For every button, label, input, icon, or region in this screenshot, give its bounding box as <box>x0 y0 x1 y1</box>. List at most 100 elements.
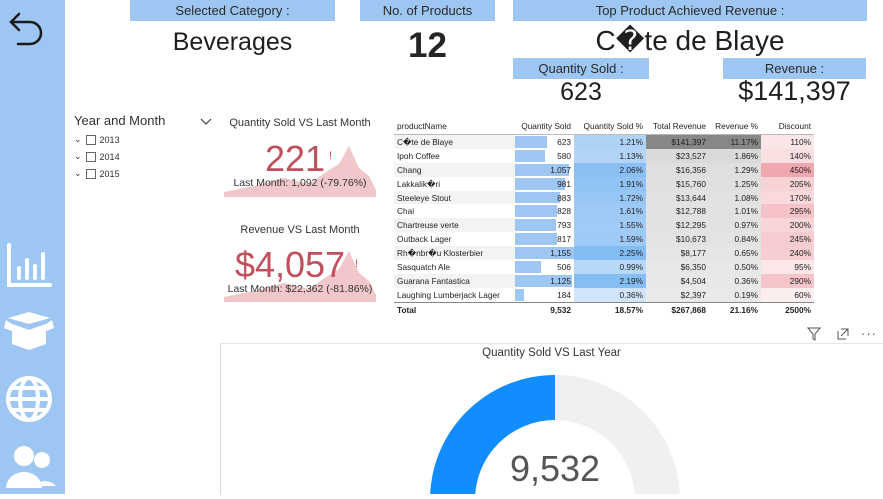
cell-revenue-pct-text: 1.86% <box>734 150 758 161</box>
cell-discount-text: 290% <box>789 275 811 286</box>
cell-revenue-pct: 1.08% <box>709 190 761 205</box>
qty-sold-value: 623 <box>560 78 602 106</box>
cell-qty-pct: 2.25% <box>574 246 646 261</box>
expand-chevron-icon[interactable]: ⌄ <box>74 151 82 162</box>
col-header[interactable]: productName <box>394 118 515 135</box>
cell-qty-pct: 0.99% <box>574 260 646 274</box>
slicer-item-2013[interactable]: ⌄ 2013 <box>74 134 120 145</box>
cell-discount: 60% <box>761 287 814 303</box>
filter-icon[interactable] <box>806 327 822 346</box>
cell-qty: 1,155 <box>515 246 574 260</box>
more-options-icon[interactable]: ··· <box>861 326 877 341</box>
cell-revenue: $16,356 <box>646 162 709 177</box>
slicer-item-2014[interactable]: ⌄ 2014 <box>74 151 120 162</box>
cell-discount: 450% <box>761 162 814 177</box>
cell-product-name: Guarana Fantastica <box>394 273 515 288</box>
qty-data-bar <box>515 205 558 218</box>
kpi-rev-title: Revenue VS Last Month <box>240 224 360 236</box>
cell-qty-pct-text: 0.99% <box>619 261 643 272</box>
slicer-title: Year and Month <box>74 113 166 128</box>
users-icon[interactable] <box>4 442 56 492</box>
cell-revenue-text: $141,397 <box>671 136 706 147</box>
slicer-year-label: 2013 <box>99 134 120 145</box>
open-box-icon[interactable] <box>4 308 54 358</box>
expand-chevron-icon[interactable]: ⌄ <box>74 168 82 179</box>
cell-product-name: Chang <box>394 162 515 177</box>
cell-discount: 170% <box>761 190 814 205</box>
cell-product-name: Outback Lager <box>394 232 515 246</box>
cell-qty-pct: 1.21% <box>574 134 646 149</box>
cell-discount-text: 245% <box>789 234 811 245</box>
undo-arrow-icon[interactable] <box>4 4 54 54</box>
table-row[interactable]: Lakkalik�ri 981 1.91% $15,760 1.25% 205% <box>394 176 814 191</box>
col-header[interactable]: Quantity Sold % <box>574 118 646 135</box>
cell-revenue-pct-text: 1.08% <box>734 192 758 203</box>
kpi-rev-value: $4,057 <box>234 244 346 285</box>
cell-revenue: $6,350 <box>646 260 709 274</box>
total-qty-pct: 18.57% <box>574 301 646 317</box>
table-row[interactable]: Chang 1,057 2.06% $16,356 1.29% 450% <box>394 162 814 177</box>
expand-chevron-icon[interactable]: ⌄ <box>74 134 82 145</box>
col-header[interactable]: Revenue % <box>709 118 761 135</box>
slicer-collapse-chevron-icon[interactable] <box>200 113 212 131</box>
cell-product-name-text: Ipoh Coffee <box>397 150 440 161</box>
selected-category-value: Beverages <box>172 28 293 56</box>
checkbox[interactable] <box>85 134 96 145</box>
cell-qty-text: 1,155 <box>550 248 571 259</box>
table-total-row: Total 9,532 18.57% $267,868 21.16% 2500% <box>394 301 814 317</box>
cell-revenue-pct: 1.86% <box>709 148 761 163</box>
cell-product-name-text: Outback Lager <box>397 234 452 245</box>
col-header[interactable]: Discount <box>761 118 814 135</box>
table-row[interactable]: C�te de Blaye 623 1.21% $141,397 11.17% 110% <box>394 134 814 149</box>
cell-qty-pct-text: 1.21% <box>619 136 643 147</box>
table-row[interactable]: Sasquatch Ale 506 0.99% $6,350 0.50% 95% <box>394 260 814 274</box>
cell-qty-pct: 0.36% <box>574 287 646 303</box>
cell-revenue-pct: 0.19% <box>709 287 761 303</box>
kpi-qty-indicator: ! <box>329 150 333 162</box>
cell-discount-text: 200% <box>789 220 811 231</box>
cell-discount: 245% <box>761 232 814 247</box>
cell-revenue: $13,644 <box>646 190 709 205</box>
cell-revenue-pct-text: 11.17% <box>730 136 758 147</box>
total-rev-pct: 21.16% <box>709 301 761 317</box>
cell-discount: 290% <box>761 273 814 288</box>
cell-revenue-pct: 1.01% <box>709 204 761 219</box>
table-row[interactable]: Ipoh Coffee 580 1.13% $23,527 1.86% 140% <box>394 148 814 163</box>
cell-product-name: Ipoh Coffee <box>394 149 515 163</box>
bar-chart-icon[interactable] <box>4 240 54 290</box>
cell-discount: 200% <box>761 218 814 233</box>
table-row[interactable]: Laughing Lumberjack Lager 184 0.36% $2,397 0… <box>394 287 814 303</box>
table-row[interactable]: Guarana Fantastica 1,125 2.19% $4,504 0.36% 2… <box>394 273 814 288</box>
cell-qty-text: 580 <box>557 150 571 161</box>
total-qty: 9,532 <box>515 301 574 317</box>
cell-discount-text: 240% <box>789 248 811 259</box>
cell-revenue-text: $16,356 <box>676 164 706 175</box>
globe-icon[interactable] <box>4 374 54 424</box>
table-row[interactable]: Steeleye Stout 883 1.72% $13,644 1.08% 170% <box>394 190 814 205</box>
col-header[interactable]: Quantity Sold <box>515 118 574 135</box>
cell-qty-pct: 1.91% <box>574 176 646 191</box>
cell-product-name-text: Chartreuse verte <box>397 220 459 231</box>
table-row[interactable]: Chai 828 1.61% $12,788 1.01% 295% <box>394 204 814 219</box>
col-header[interactable]: Total Revenue <box>646 118 709 135</box>
checkbox[interactable] <box>85 168 96 179</box>
cell-revenue: $4,504 <box>646 273 709 288</box>
cell-qty-pct: 2.19% <box>574 273 646 288</box>
cell-qty-pct-text: 1.91% <box>619 178 643 189</box>
slicer-year-label: 2015 <box>99 168 120 179</box>
slicer-item-2015[interactable]: ⌄ 2015 <box>74 168 120 179</box>
num-products-label: No. of Products <box>360 0 495 21</box>
cell-product-name: Sasquatch Ale <box>394 260 515 274</box>
cell-qty-text: 828 <box>557 206 571 217</box>
checkbox[interactable] <box>85 151 96 162</box>
cell-revenue-text: $12,295 <box>676 220 706 231</box>
product-matrix: productName Quantity Sold Quantity Sold … <box>394 118 814 317</box>
cell-product-name-text: Steeleye Stout <box>397 192 451 203</box>
cell-revenue-text: $15,760 <box>676 178 706 189</box>
table-row[interactable]: Rh�nbr�u Klosterbier 1,155 2.25% $8,177 0.65… <box>394 246 814 261</box>
focus-mode-icon[interactable] <box>836 327 850 346</box>
gauge-title: Quantity Sold VS Last Year <box>482 347 621 359</box>
cell-qty: 883 <box>515 191 574 205</box>
table-row[interactable]: Outback Lager 817 1.59% $10,673 0.84% 245% <box>394 232 814 247</box>
table-row[interactable]: Chartreuse verte 793 1.55% $12,295 0.97% 200% <box>394 218 814 233</box>
